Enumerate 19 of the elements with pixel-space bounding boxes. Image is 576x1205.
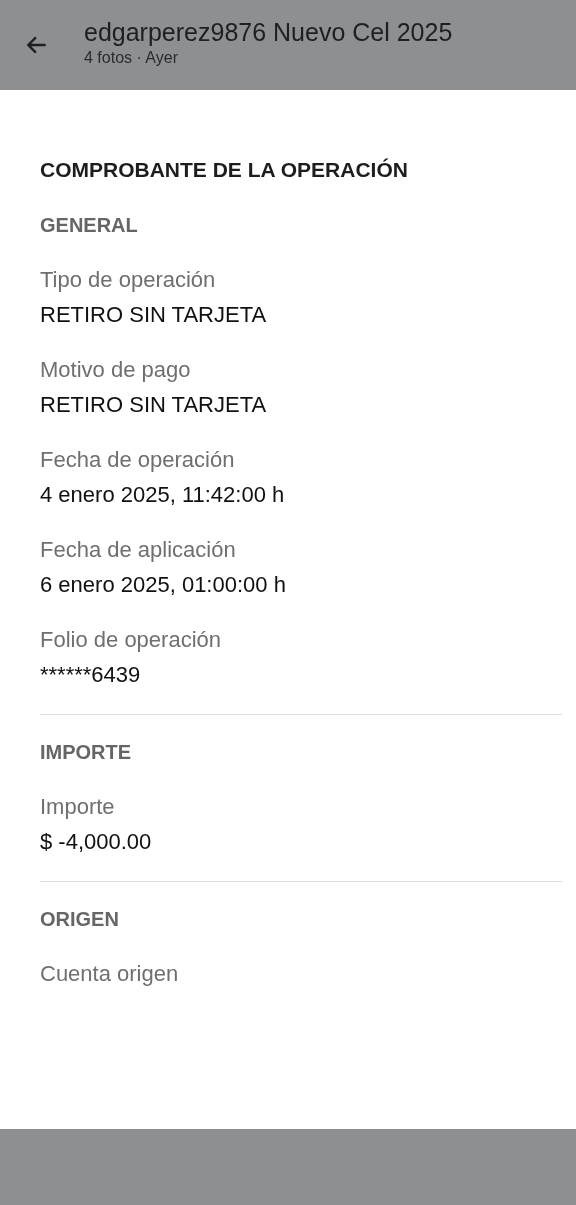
album-subtitle: 4 fotos · Ayer — [84, 49, 179, 67]
field-label: Cuenta origen — [40, 961, 180, 987]
field-value: RETIRO SIN TARJETA — [40, 392, 268, 418]
field-value: 4 enero 2025, 11:42:00 h — [40, 482, 286, 508]
field-label: Folio de operación — [40, 627, 222, 653]
section-heading: ORIGEN — [40, 908, 120, 931]
field-label: Fecha de operación — [40, 447, 236, 473]
receipt-title: COMPROBANTE DE LA OPERACIÓN — [40, 158, 409, 182]
album-title: edgarperez9876 Nuevo Cel 2025 — [84, 18, 453, 47]
field-label: Motivo de pago — [40, 357, 192, 383]
field-value: ******6439 — [40, 662, 142, 688]
field-label: Fecha de aplicación — [40, 537, 237, 563]
field-label: Importe — [40, 794, 116, 820]
field-label: Tipo de operación — [40, 267, 217, 293]
field-value: $ -4,000.00 — [40, 829, 153, 855]
field-value: RETIRO SIN TARJETA — [40, 302, 268, 328]
field-value: 6 enero 2025, 01:00:00 h — [40, 572, 287, 598]
section-heading: GENERAL — [40, 214, 139, 237]
section-heading: IMPORTE — [40, 741, 133, 764]
